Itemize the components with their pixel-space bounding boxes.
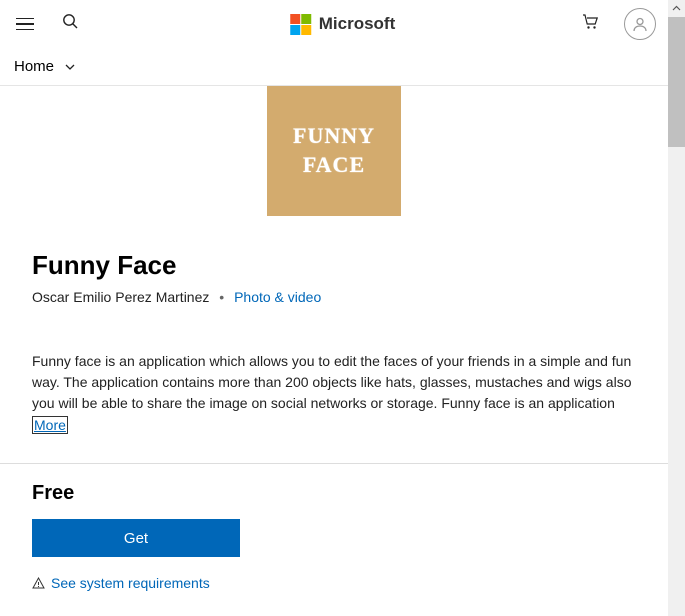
chevron-down-icon xyxy=(64,61,76,73)
app-meta: Oscar Emilio Perez Martinez • Photo & vi… xyxy=(32,289,636,305)
brand-logo[interactable]: Microsoft xyxy=(290,14,396,35)
hamburger-menu-icon[interactable] xyxy=(16,12,40,36)
app-description: Funny face is an application which allow… xyxy=(32,351,636,415)
scrollbar-up-icon[interactable] xyxy=(668,0,685,17)
price-label: Free xyxy=(32,482,636,505)
app-icon: FUNNY FACE xyxy=(267,86,401,216)
scrollbar-thumb[interactable] xyxy=(668,17,685,147)
microsoft-logo-icon xyxy=(290,14,311,35)
publisher-name: Oscar Emilio Perez Martinez xyxy=(32,289,209,305)
cart-icon[interactable] xyxy=(582,13,600,36)
nav-home-dropdown[interactable]: Home xyxy=(14,58,76,75)
app-icon-text-line1: FUNNY xyxy=(293,122,375,151)
system-requirements-link[interactable]: See system requirements xyxy=(32,575,636,591)
more-link[interactable]: More xyxy=(32,416,68,434)
get-button[interactable]: Get xyxy=(32,519,240,557)
app-icon-text-line2: FACE xyxy=(293,151,375,180)
sysreq-text: See system requirements xyxy=(51,575,210,591)
warning-icon xyxy=(32,577,45,590)
nav-bar: Home xyxy=(0,48,668,86)
top-bar: Microsoft xyxy=(0,0,668,48)
brand-text: Microsoft xyxy=(319,14,396,34)
vertical-scrollbar[interactable] xyxy=(668,0,685,616)
search-icon[interactable] xyxy=(62,13,79,35)
nav-home-label: Home xyxy=(14,58,54,75)
category-link[interactable]: Photo & video xyxy=(234,289,321,305)
meta-separator: • xyxy=(219,289,224,305)
app-title: Funny Face xyxy=(32,250,636,281)
profile-icon[interactable] xyxy=(624,8,656,40)
